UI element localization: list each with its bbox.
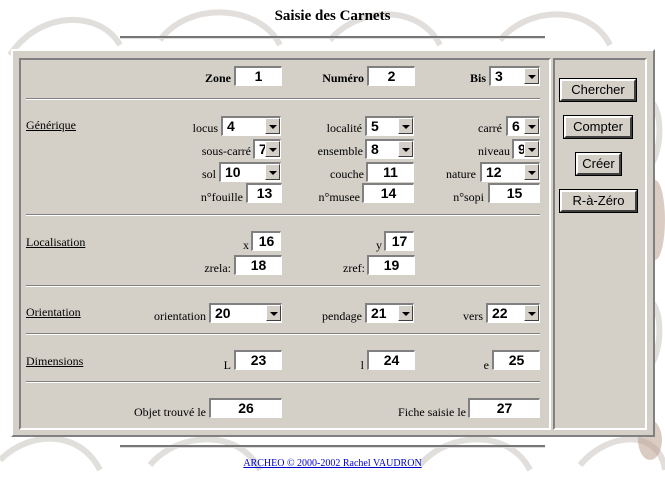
creer-button[interactable]: Créer (575, 152, 622, 176)
nfouille-label: n°fouille (200, 190, 243, 204)
zrela-label: zrela: (204, 261, 231, 275)
sol-label: sol (201, 167, 216, 181)
nsopi-input[interactable]: 15 (488, 183, 540, 203)
chevron-down-icon[interactable] (265, 164, 280, 180)
chevron-down-icon[interactable] (524, 68, 539, 84)
sol-select[interactable]: 10 (219, 162, 281, 182)
zref-label: zref: (343, 261, 365, 275)
numero-input[interactable]: 2 (367, 66, 415, 86)
L-input[interactable]: 23 (234, 350, 282, 370)
nmusee-label: n°musee (318, 190, 360, 204)
pendage-value: 21 (371, 305, 387, 321)
souscarre-label: sous-carré (201, 144, 251, 158)
vers-value: 22 (492, 305, 508, 321)
carre-label: carré (478, 121, 502, 135)
vers-select[interactable]: 22 (486, 303, 540, 323)
locus-label: locus (192, 121, 218, 135)
form-panel (19, 58, 551, 430)
souscarre-select[interactable]: 7 (253, 139, 281, 159)
localite-value: 5 (371, 118, 379, 134)
y-input[interactable]: 17 (384, 231, 414, 251)
zone-label: Zone (204, 71, 231, 85)
couche-label: couche (330, 167, 364, 181)
e-label: e (483, 358, 489, 372)
section-divider (26, 214, 540, 216)
orientation-value: 20 (215, 305, 231, 321)
section-label-dimensions: Dimensions (26, 354, 84, 368)
x-input[interactable]: 16 (251, 231, 281, 251)
nfouille-input[interactable]: 13 (246, 183, 282, 203)
bis-label: Bis (469, 71, 486, 85)
pendage-label: pendage (322, 309, 362, 323)
ensemble-label: ensemble (317, 144, 363, 158)
fiche-saisie-input[interactable]: 27 (468, 398, 540, 418)
objet-trouve-label: Objet trouvé le (134, 405, 206, 419)
sol-value: 10 (225, 164, 241, 180)
footer-copyright-link[interactable]: ARCHEO © 2000-2002 Rachel VAUDRON (0, 458, 665, 469)
nature-label: nature (446, 167, 476, 181)
y-label: y (376, 238, 382, 252)
chevron-down-icon[interactable] (524, 305, 539, 321)
bis-value: 3 (495, 68, 503, 84)
orientation-select[interactable]: 20 (209, 303, 282, 323)
section-divider (26, 381, 540, 383)
niveau-label: niveau (478, 144, 510, 158)
section-label-orientation: Orientation (26, 305, 81, 319)
objet-trouve-input[interactable]: 26 (209, 398, 282, 418)
chevron-down-icon[interactable] (265, 141, 280, 157)
chevron-down-icon[interactable] (524, 164, 539, 180)
ensemble-select[interactable]: 8 (365, 139, 414, 159)
chevron-down-icon[interactable] (398, 141, 413, 157)
chevron-down-icon[interactable] (524, 118, 539, 134)
nmusee-input[interactable]: 14 (362, 183, 414, 203)
nsopi-label: n°sopi (453, 190, 484, 204)
e-input[interactable]: 25 (492, 350, 540, 370)
L-label: L (223, 358, 231, 372)
localite-label: localité (326, 121, 362, 135)
title-rule (120, 36, 545, 39)
section-divider (26, 98, 540, 100)
ensemble-value: 8 (371, 141, 379, 157)
niveau-select[interactable]: 9 (512, 139, 540, 159)
nature-select[interactable]: 12 (480, 162, 540, 182)
zrela-input[interactable]: 18 (234, 255, 282, 275)
raz-button[interactable]: R-à-Zéro (559, 189, 638, 213)
action-panel (553, 58, 647, 430)
chevron-down-icon[interactable] (398, 118, 413, 134)
zone-input[interactable]: 1 (234, 66, 282, 86)
orientation-label: orientation (154, 309, 206, 323)
l-label: l (360, 358, 364, 372)
section-label-generique: Générique (26, 118, 76, 132)
x-label: x (243, 238, 249, 252)
section-divider (26, 333, 540, 335)
compter-button[interactable]: Compter (563, 115, 633, 139)
locus-select[interactable]: 4 (221, 116, 281, 136)
locus-value: 4 (227, 118, 235, 134)
fiche-saisie-label: Fiche saisie le (398, 405, 466, 419)
localite-select[interactable]: 5 (365, 116, 414, 136)
chevron-down-icon[interactable] (524, 141, 539, 157)
carre-select[interactable]: 6 (506, 116, 540, 136)
zref-input[interactable]: 19 (367, 255, 415, 275)
l-input[interactable]: 24 (367, 350, 415, 370)
page-title: Saisie des Carnets (274, 8, 391, 24)
chevron-down-icon[interactable] (266, 305, 281, 321)
carre-value: 6 (512, 118, 520, 134)
chevron-down-icon[interactable] (265, 118, 280, 134)
vers-label: vers (463, 309, 483, 323)
footer-rule (120, 445, 545, 448)
section-label-localisation: Localisation (26, 235, 86, 249)
pendage-select[interactable]: 21 (365, 303, 414, 323)
nature-value: 12 (486, 164, 502, 180)
chercher-button[interactable]: Chercher (559, 78, 637, 102)
bis-select[interactable]: 3 (489, 66, 540, 86)
couche-input[interactable]: 11 (366, 162, 414, 182)
section-divider (26, 285, 540, 287)
numero-label: Numéro (322, 71, 364, 85)
chevron-down-icon[interactable] (398, 305, 413, 321)
